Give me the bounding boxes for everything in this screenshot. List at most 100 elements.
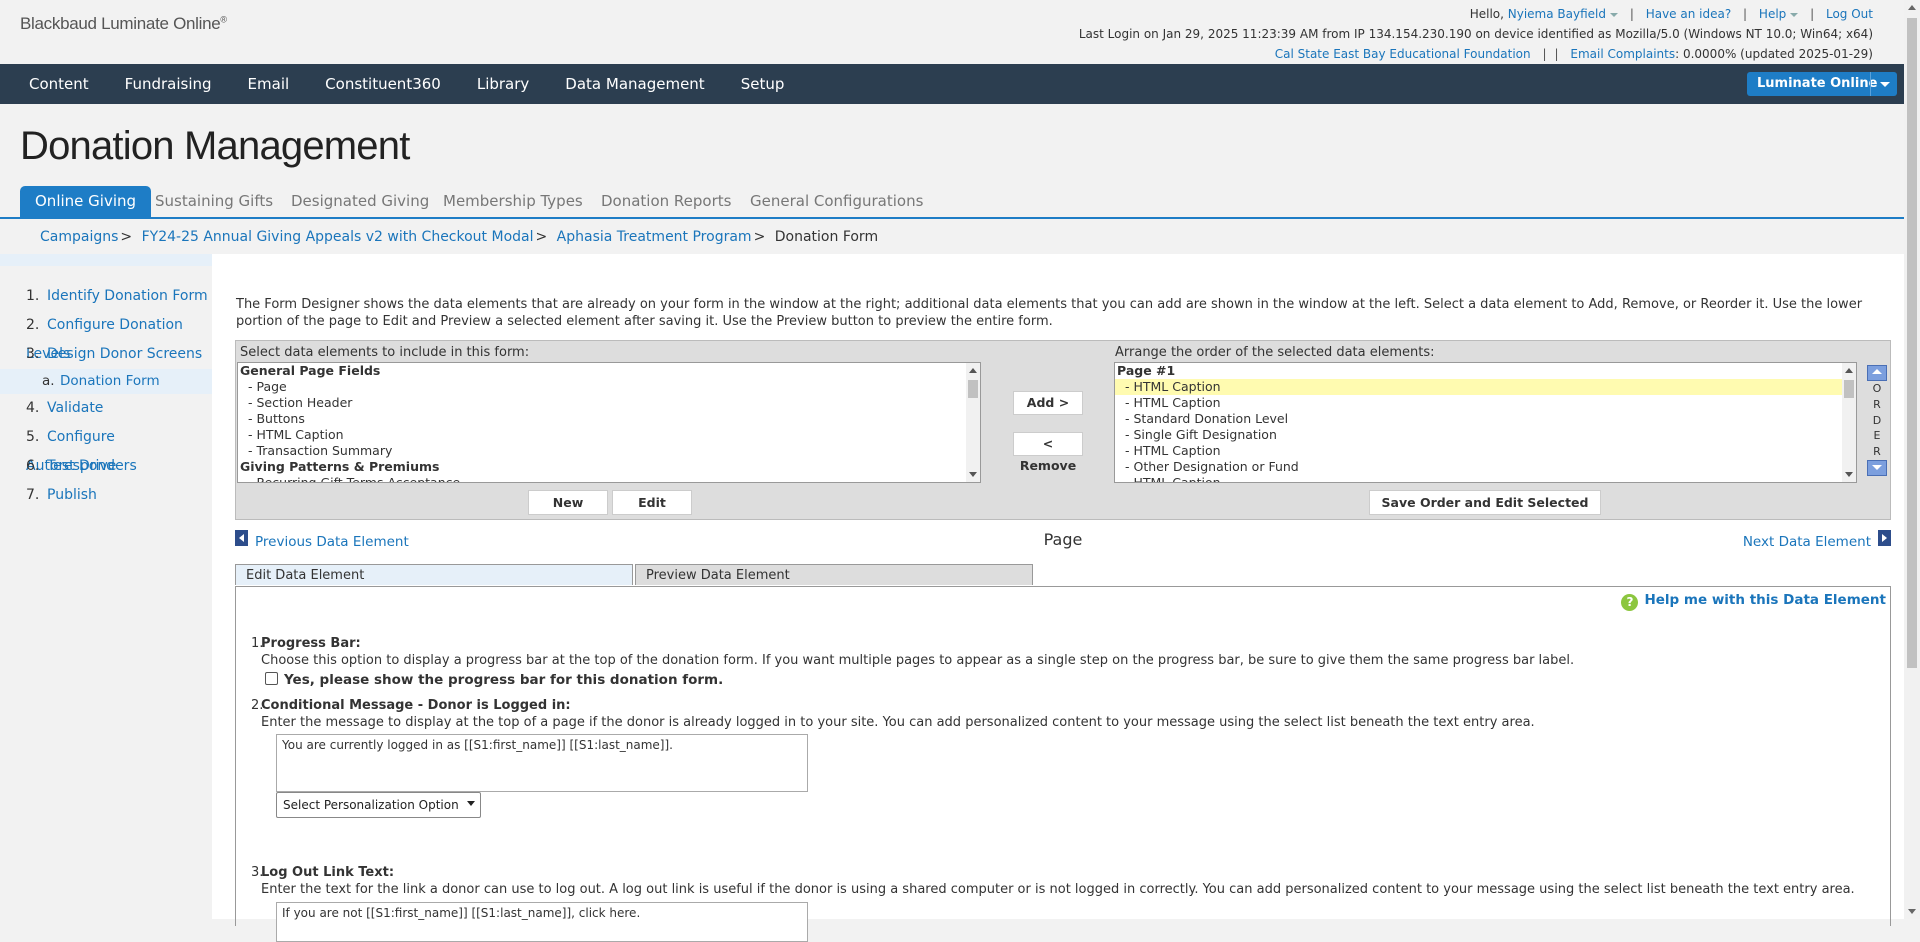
list-item[interactable]: - Standard Donation Level — [1115, 411, 1856, 427]
next-arrow-icon[interactable] — [1878, 530, 1891, 546]
list-item[interactable]: - HTML Caption — [1115, 395, 1856, 411]
tab-preview-data-element[interactable]: Preview Data Element — [635, 564, 1033, 585]
step-number: 5. — [26, 429, 40, 445]
step-label: Test Drive — [47, 458, 117, 474]
breadcrumb: Campaigns > FY24-25 Annual Giving Appeals… — [40, 229, 879, 245]
edit-tabs: Edit Data Element Preview Data Element — [235, 564, 1891, 587]
field-title: Conditional Message - Donor is Logged in… — [261, 698, 571, 713]
main-content: The Form Designer shows the data element… — [212, 254, 1904, 942]
nav-library[interactable]: Library — [459, 64, 547, 104]
list-item[interactable]: - Recurring Gift Terms Acceptance — [238, 475, 980, 482]
logout-link-textarea[interactable]: If you are not [[S1:first_name]] [[S1:la… — [276, 902, 808, 942]
add-button[interactable]: Add > — [1013, 391, 1083, 415]
scroll-thumb[interactable] — [1907, 18, 1917, 668]
tab-sustaining-gifts[interactable]: Sustaining Gifts — [155, 186, 273, 217]
step-label: Validate — [47, 400, 104, 416]
remove-button[interactable]: < Remove — [1013, 432, 1083, 473]
step-test-drive[interactable]: 6. Test Drive — [0, 452, 212, 481]
move-up-button[interactable] — [1867, 365, 1887, 381]
list-item[interactable]: Giving Patterns & Premiums — [238, 459, 980, 475]
new-button[interactable]: New — [528, 490, 608, 515]
selected-elements-list[interactable]: Page #1 - HTML Caption - HTML Caption - … — [1114, 362, 1857, 483]
app-logo[interactable]: Blackbaud Luminate Online® — [20, 14, 227, 34]
list-item[interactable]: - Section Header — [238, 395, 980, 411]
help-menu[interactable]: Help — [1758, 7, 1799, 21]
tab-edit-data-element[interactable]: Edit Data Element — [235, 564, 633, 585]
list-item[interactable]: - HTML Caption — [1115, 475, 1856, 482]
help-data-element-link[interactable]: ? Help me with this Data Element — [1621, 592, 1886, 611]
list-item[interactable]: - Transaction Summary — [238, 443, 980, 459]
next-element-link[interactable]: Next Data Element — [1743, 534, 1871, 550]
available-elements-list[interactable]: General Page Fields - Page - Section Hea… — [237, 362, 981, 483]
step-label: Publish — [47, 487, 97, 503]
scroll-up-icon[interactable] — [969, 368, 977, 373]
luminate-online-switcher[interactable]: Luminate Online — [1747, 72, 1897, 96]
designer-intro: The Form Designer shows the data element… — [236, 297, 1863, 329]
scroll-thumb[interactable] — [1844, 380, 1854, 398]
tab-membership-types[interactable]: Membership Types — [443, 186, 583, 217]
list-item[interactable]: - HTML Caption — [1115, 443, 1856, 459]
scroll-up-icon[interactable] — [1845, 368, 1853, 373]
field-title: Progress Bar: — [261, 636, 361, 651]
org-link[interactable]: Cal State East Bay Educational Foundatio… — [1275, 47, 1531, 61]
form-designer: Select data elements to include in this … — [235, 340, 1891, 520]
logo-trademark: ® — [220, 14, 227, 25]
have-idea-link[interactable]: Have an idea? — [1646, 7, 1732, 21]
breadcrumb-campaigns[interactable]: Campaigns — [40, 229, 118, 245]
step-validate[interactable]: 4. Validate — [0, 394, 212, 423]
wizard-steps: 1. Identify Donation Form 2. Configure Don… — [0, 282, 212, 510]
list-item[interactable]: - Page — [238, 379, 980, 395]
nav-content[interactable]: Content — [0, 64, 107, 104]
help-label: Help — [1758, 7, 1787, 21]
tab-donation-reports[interactable]: Donation Reports — [601, 186, 731, 217]
scroll-up-icon[interactable] — [1908, 5, 1916, 10]
logout-link[interactable]: Log Out — [1826, 7, 1873, 21]
move-down-button[interactable] — [1867, 459, 1887, 476]
scroll-down-icon[interactable] — [1845, 472, 1853, 477]
step-label: Donation Form — [60, 373, 160, 389]
page-scrollbar[interactable] — [1904, 0, 1920, 919]
list-item[interactable]: - Other Designation or Fund — [1115, 459, 1856, 475]
save-order-button[interactable]: Save Order and Edit Selected — [1369, 490, 1601, 515]
step-number: 1. — [26, 288, 40, 304]
list-item[interactable]: - Buttons — [238, 411, 980, 427]
switcher-dropdown[interactable] — [1870, 72, 1897, 96]
tab-designated-giving[interactable]: Designated Giving — [291, 186, 429, 217]
list-scrollbar[interactable] — [966, 363, 980, 482]
list-item[interactable]: Page #1 — [1115, 363, 1856, 379]
list-scrollbar[interactable] — [1842, 363, 1856, 482]
breadcrumb-program[interactable]: Aphasia Treatment Program — [557, 229, 752, 245]
tab-online-giving[interactable]: Online Giving — [20, 186, 152, 217]
nav-data-management[interactable]: Data Management — [547, 64, 722, 104]
list-item-selected[interactable]: - HTML Caption — [1115, 379, 1856, 395]
step-identify-donation-form[interactable]: 1. Identify Donation Form — [0, 282, 212, 311]
edit-button[interactable]: Edit — [612, 490, 692, 515]
breadcrumb-current: Donation Form — [774, 229, 879, 245]
step-publish[interactable]: 7. Publish — [0, 481, 212, 510]
progress-bar-checkbox[interactable] — [265, 672, 278, 685]
user-menu[interactable]: Nyiema Bayfield — [1508, 7, 1618, 21]
field-number: 1. — [251, 636, 264, 651]
list-item[interactable]: - HTML Caption — [238, 427, 980, 443]
progress-bar-option[interactable]: Yes, please show the progress bar for th… — [261, 672, 1861, 688]
nav-setup[interactable]: Setup — [723, 64, 803, 104]
email-complaints-link[interactable]: Email Complaints — [1570, 47, 1675, 61]
step-number: a. — [42, 373, 55, 389]
step-design-donor-screens[interactable]: 3. Design Donor Screens — [0, 340, 212, 369]
logged-in-message-textarea[interactable]: You are currently logged in as [[S1:firs… — [276, 734, 808, 792]
step-configure-donation-levels[interactable]: 2. Configure Donation Levels — [0, 311, 212, 362]
scroll-thumb[interactable] — [968, 380, 978, 398]
list-item[interactable]: - Single Gift Designation — [1115, 427, 1856, 443]
tab-general-configurations[interactable]: General Configurations — [750, 186, 923, 217]
personalization-select[interactable]: Select Personalization Option — [276, 792, 481, 818]
nav-email[interactable]: Email — [230, 64, 308, 104]
nav-constituent360[interactable]: Constituent360 — [307, 64, 459, 104]
nav-fundraising[interactable]: Fundraising — [107, 64, 230, 104]
list-item[interactable]: General Page Fields — [238, 363, 980, 379]
step-donation-form[interactable]: a. Donation Form — [0, 369, 212, 394]
scroll-down-icon[interactable] — [1908, 909, 1916, 914]
scroll-down-icon[interactable] — [969, 472, 977, 477]
breadcrumb-campaign[interactable]: FY24-25 Annual Giving Appeals v2 with Ch… — [142, 229, 534, 245]
step-configure-autoresponders[interactable]: 5. Configure Autoresponders — [0, 423, 212, 474]
order-controls: O R D E R — [1866, 365, 1888, 487]
